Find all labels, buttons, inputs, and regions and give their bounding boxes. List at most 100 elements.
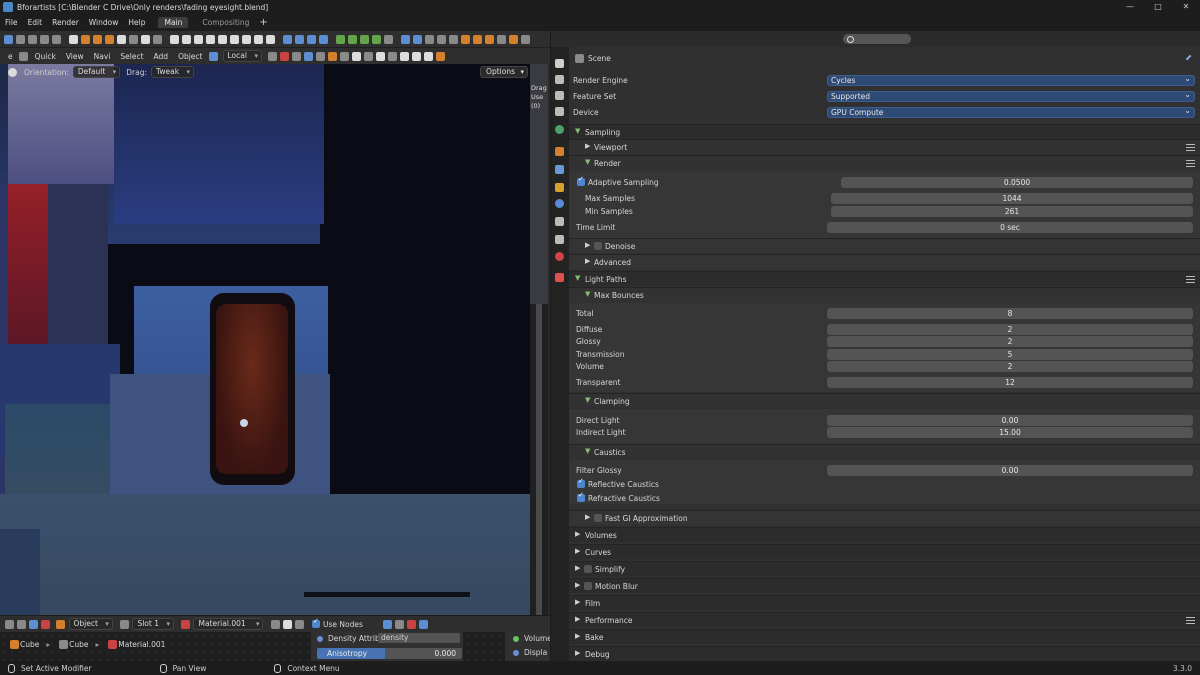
menu-object[interactable]: Object <box>173 52 207 61</box>
volume-bounces-field[interactable]: 2 <box>827 360 1193 372</box>
menu-edit[interactable]: Edit <box>23 18 48 27</box>
list-icon[interactable] <box>1186 144 1195 151</box>
render-engine-dropdown[interactable]: Cycles <box>827 74 1195 86</box>
subpanel-denoise[interactable]: ▶ Denoise <box>569 238 1200 253</box>
tool-icon[interactable] <box>448 34 458 44</box>
menu-quick[interactable]: Quick <box>30 52 61 61</box>
minimize-button[interactable]: — <box>1116 0 1144 14</box>
particles-tab-icon[interactable] <box>555 183 564 192</box>
menu-navi[interactable]: Navi <box>89 52 116 61</box>
use-nodes-checkbox[interactable] <box>311 617 320 628</box>
glossy-bounces-field[interactable]: 2 <box>827 335 1193 347</box>
density-attribute-field[interactable]: density <box>378 633 460 643</box>
subpanel-advanced[interactable]: ▶ Advanced <box>569 254 1200 269</box>
tool-icon[interactable] <box>27 34 37 44</box>
editor-type-icon[interactable] <box>3 34 13 44</box>
list-icon[interactable] <box>1186 160 1195 167</box>
tool-icon[interactable] <box>383 34 393 44</box>
panel-curves[interactable]: ▶ Curves <box>569 544 1200 559</box>
tool-icon[interactable] <box>496 34 506 44</box>
tool-icon[interactable] <box>241 34 251 44</box>
add-workspace-button[interactable]: + <box>259 17 267 28</box>
object-icon[interactable] <box>80 34 90 44</box>
material-icon[interactable] <box>180 619 190 629</box>
tool-icon[interactable] <box>267 51 277 61</box>
tool-tab-icon[interactable] <box>555 59 564 68</box>
box-select-icon[interactable] <box>68 34 78 44</box>
tool-icon[interactable] <box>418 619 428 629</box>
subpanel-max-bounces[interactable]: ▼ Max Bounces <box>569 287 1200 302</box>
tool-icon[interactable] <box>303 51 313 61</box>
object-icon[interactable] <box>92 34 102 44</box>
physics-tab-icon[interactable] <box>555 199 564 208</box>
tool-icon[interactable] <box>128 34 138 44</box>
shader-type-dropdown[interactable]: Object <box>68 618 113 630</box>
time-limit-field[interactable]: 0 sec <box>827 221 1193 233</box>
mode-icon[interactable] <box>19 51 29 61</box>
editor-menu[interactable]: e <box>3 52 18 61</box>
subpanel-caustics[interactable]: ▼ Caustics <box>569 444 1200 459</box>
constraints-tab-icon[interactable] <box>555 217 564 226</box>
panel-sampling[interactable]: ▼ Sampling <box>569 124 1200 139</box>
circle-icon[interactable] <box>116 34 126 44</box>
tool-icon[interactable] <box>520 34 530 44</box>
node-tree-icon[interactable] <box>28 619 38 629</box>
pivot-dropdown[interactable]: Local <box>222 50 262 62</box>
diffuse-bounces-field[interactable]: 2 <box>827 323 1193 335</box>
close-button[interactable]: ✕ <box>1172 0 1200 14</box>
new-material-icon[interactable] <box>283 619 293 629</box>
device-dropdown[interactable]: GPU Compute <box>827 106 1195 118</box>
tool-icon[interactable] <box>394 619 404 629</box>
transparent-bounces-field[interactable]: 12 <box>827 376 1193 388</box>
tool-icon[interactable] <box>424 34 434 44</box>
node-editor-canvas[interactable]: Cube ▸ Cube ▸ Material.001 Density Attri… <box>0 632 552 661</box>
menu-add[interactable]: Add <box>149 52 174 61</box>
shader-icon[interactable] <box>40 619 50 629</box>
menu-view[interactable]: View <box>61 52 89 61</box>
transform-orientation-icon[interactable] <box>209 51 218 61</box>
tool-icon[interactable] <box>484 34 494 44</box>
adaptive-sampling-checkbox[interactable] <box>577 175 585 186</box>
feature-set-dropdown[interactable]: Supported <box>827 90 1195 102</box>
volume-node[interactable]: Density Attrib... density Anisotropy 0.0… <box>311 632 463 661</box>
texture-tab-icon[interactable] <box>555 273 564 282</box>
menu-render[interactable]: Render <box>47 18 84 27</box>
tool-icon[interactable] <box>253 34 263 44</box>
list-icon[interactable] <box>1186 617 1195 624</box>
tool-icon[interactable] <box>282 34 292 44</box>
panel-bake[interactable]: ▶ Bake <box>569 629 1200 644</box>
pin-icon[interactable] <box>1185 54 1195 64</box>
fast-gi-checkbox[interactable] <box>594 514 602 522</box>
transform-gizmo-icon[interactable] <box>7 67 17 77</box>
adaptive-threshold-field[interactable]: 0.0500 <box>841 176 1193 188</box>
subpanel-fast-gi[interactable]: ▶ Fast GI Approximation <box>569 510 1200 525</box>
tool-icon[interactable] <box>291 51 301 61</box>
tool-icon[interactable] <box>140 34 150 44</box>
tool-icon[interactable] <box>351 51 361 61</box>
tool-icon[interactable] <box>169 34 179 44</box>
tool-icon[interactable] <box>294 34 304 44</box>
shading-material-icon[interactable] <box>423 51 433 61</box>
tool-icon[interactable] <box>39 34 49 44</box>
indirect-light-field[interactable]: 15.00 <box>827 426 1193 438</box>
output-socket[interactable] <box>513 649 519 656</box>
view-layer-tab-icon[interactable] <box>555 107 564 116</box>
total-bounces-field[interactable]: 8 <box>827 307 1193 319</box>
drag-dropdown[interactable]: Tweak <box>151 66 195 78</box>
denoise-checkbox[interactable] <box>594 242 602 250</box>
data-tab-icon[interactable] <box>555 235 564 244</box>
shading-solid-icon[interactable] <box>411 51 421 61</box>
object-type-icon[interactable] <box>56 619 65 629</box>
menu-help[interactable]: Help <box>123 18 150 27</box>
unlink-icon[interactable] <box>295 619 305 629</box>
tool-icon[interactable] <box>181 34 191 44</box>
tool-icon[interactable] <box>400 34 410 44</box>
transmission-bounces-field[interactable]: 5 <box>827 348 1193 360</box>
snap-icon[interactable] <box>279 51 289 61</box>
tool-icon[interactable] <box>375 51 385 61</box>
menu-select[interactable]: Select <box>115 52 148 61</box>
tool-icon[interactable] <box>371 34 381 44</box>
tool-icon[interactable] <box>406 619 416 629</box>
tool-icon[interactable] <box>217 34 227 44</box>
output-tab-icon[interactable] <box>555 91 564 100</box>
